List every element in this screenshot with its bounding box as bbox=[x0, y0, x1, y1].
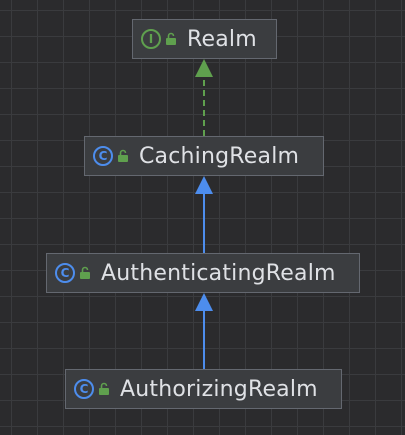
implements-arrowhead bbox=[195, 59, 213, 77]
class-icon: C bbox=[93, 146, 113, 166]
extends-arrowhead bbox=[195, 293, 213, 311]
edge-authorizing-extends-authenticating bbox=[195, 293, 213, 369]
edge-caching-implements-realm bbox=[195, 59, 213, 136]
node-realm[interactable]: I Realm bbox=[132, 19, 277, 59]
node-label: CachingRealm bbox=[139, 143, 300, 169]
node-caching-realm[interactable]: C CachingRealm bbox=[84, 136, 324, 176]
open-lock-icon bbox=[165, 32, 177, 46]
interface-icon: I bbox=[141, 29, 161, 49]
open-lock-icon bbox=[117, 149, 129, 163]
open-lock-icon bbox=[79, 266, 91, 280]
open-lock-icon bbox=[98, 382, 110, 396]
node-authorizing-realm[interactable]: C AuthorizingRealm bbox=[65, 369, 342, 409]
edge-authenticating-extends-caching bbox=[195, 176, 213, 253]
extends-arrowhead bbox=[195, 176, 213, 194]
node-authenticating-realm[interactable]: C AuthenticatingRealm bbox=[46, 253, 360, 293]
class-icon: C bbox=[55, 263, 75, 283]
class-icon: C bbox=[74, 379, 94, 399]
node-label: AuthenticatingRealm bbox=[101, 260, 336, 286]
node-label: AuthorizingRealm bbox=[120, 376, 318, 402]
node-label: Realm bbox=[187, 26, 257, 52]
